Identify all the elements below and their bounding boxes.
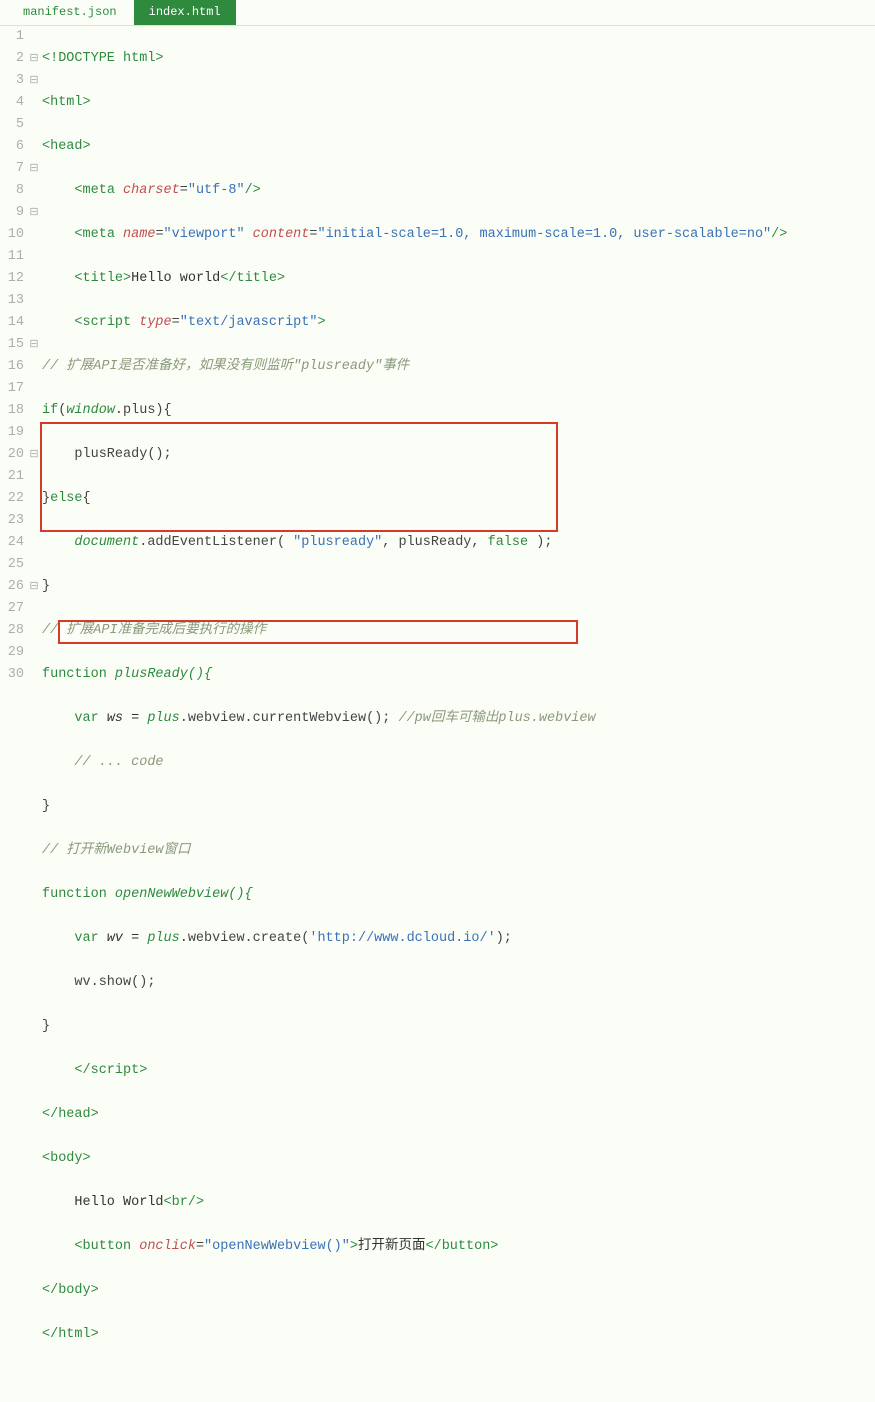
- tab-index[interactable]: index.html: [134, 0, 236, 25]
- tab-bar: manifest.json index.html: [0, 0, 875, 26]
- gutter-fold-marks: ⊟⊟⊟⊟⊟⊟⊟: [28, 26, 40, 1402]
- highlight-box-function: [40, 422, 558, 532]
- gutter-line-numbers: 1234567891011121314151617181920212223242…: [0, 26, 28, 1402]
- tab-manifest[interactable]: manifest.json: [8, 0, 132, 25]
- code-editor[interactable]: 1234567891011121314151617181920212223242…: [0, 26, 875, 1402]
- code-area[interactable]: <!DOCTYPE html> <html> <head> <meta char…: [40, 26, 875, 1402]
